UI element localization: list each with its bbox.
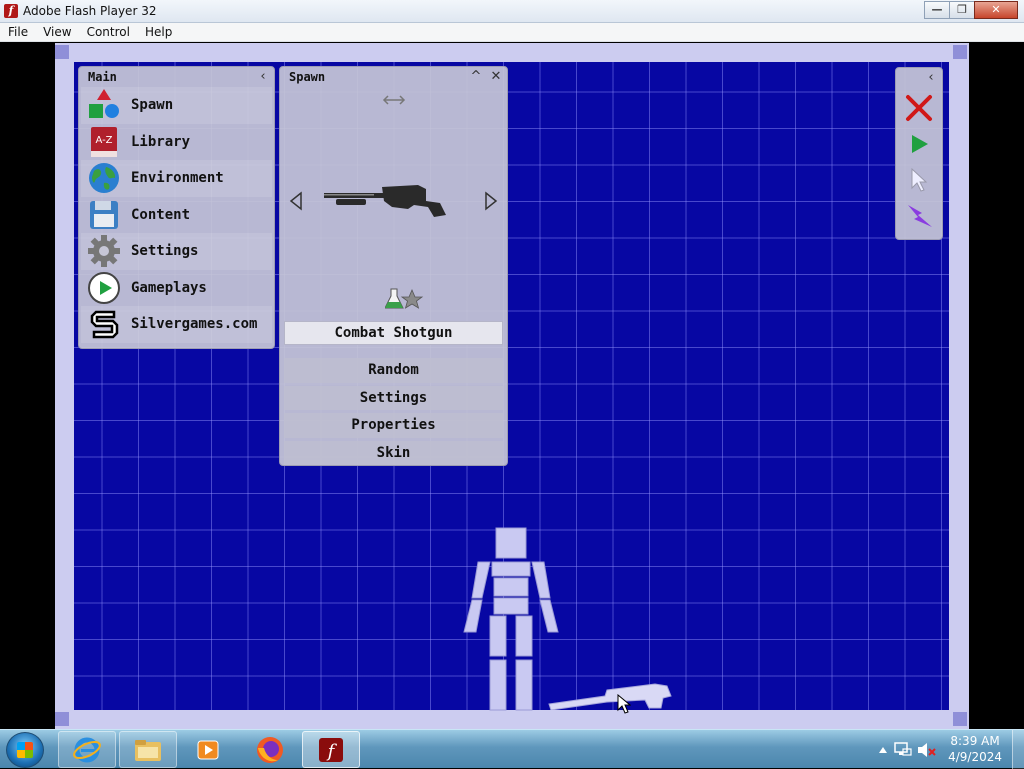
network-icon[interactable] <box>894 741 912 759</box>
frame-corner <box>55 712 69 726</box>
main-item-label: Spawn <box>131 97 174 114</box>
show-hidden-icons-icon[interactable] <box>878 746 888 754</box>
pointer-tool[interactable] <box>896 162 942 198</box>
taskbar-firefox[interactable] <box>242 731 298 768</box>
close-spawn-button[interactable]: ✕ <box>487 68 505 86</box>
collapse-spawn-button[interactable]: ^ <box>467 68 485 86</box>
volume-muted-icon[interactable] <box>916 741 936 759</box>
selected-item-name[interactable]: Combat Shotgun <box>284 321 503 345</box>
firefox-icon <box>257 736 283 763</box>
taskbar-flash-player[interactable]: f <box>302 731 360 768</box>
play-icon <box>912 135 928 153</box>
floppy-disk-icon <box>90 200 118 229</box>
previous-item-button[interactable] <box>288 191 304 211</box>
tools-panel: ‹ <box>895 67 943 240</box>
resize-arrows-icon[interactable] <box>382 95 406 105</box>
taskbar-internet-explorer[interactable] <box>58 731 116 768</box>
main-item-settings[interactable]: Settings <box>81 233 272 270</box>
start-button[interactable] <box>6 732 44 768</box>
main-item-label: Content <box>131 206 191 223</box>
spawn-panel-title: Spawn <box>289 70 326 84</box>
windows-logo-icon <box>17 742 33 758</box>
properties-button[interactable]: Properties <box>284 413 503 438</box>
lightning-icon <box>908 205 932 227</box>
shapes-icon <box>89 89 119 119</box>
frame-corner <box>953 45 967 59</box>
main-item-label: Gameplays <box>131 279 207 296</box>
taskbar: f 8:39 AM 4/9/2024 <box>0 729 1024 769</box>
skin-button[interactable]: Skin <box>284 440 503 465</box>
spawn-settings-button[interactable]: Settings <box>284 385 503 410</box>
window-titlebar[interactable]: f Adobe Flash Player 32 — ❐ ✕ <box>0 0 1024 23</box>
main-item-content[interactable]: Content <box>81 197 272 234</box>
close-button[interactable]: ✕ <box>974 1 1018 19</box>
next-item-button[interactable] <box>483 191 499 211</box>
frame-corner <box>55 45 69 59</box>
lightning-tool[interactable] <box>896 198 942 234</box>
main-item-label: Library <box>131 133 191 150</box>
menu-file[interactable]: File <box>0 23 35 41</box>
clock-time: 8:39 AM <box>950 734 1000 748</box>
file-explorer-icon <box>135 739 161 761</box>
flask-star-icon[interactable] <box>385 287 425 311</box>
flash-app-icon: f <box>4 4 18 18</box>
tools-panel-header: ‹ <box>896 68 942 90</box>
window-title: Adobe Flash Player 32 <box>23 4 157 18</box>
main-item-label: Silvergames.com <box>131 316 258 333</box>
spawn-panel-header: Spawn ^ ✕ <box>280 67 507 87</box>
play-tool[interactable] <box>896 126 942 162</box>
play-circle-icon <box>88 271 120 304</box>
menu-help[interactable]: Help <box>137 23 179 41</box>
delete-icon <box>906 95 932 121</box>
mouse-cursor <box>617 694 631 714</box>
main-item-silvergames[interactable]: Silvergames.com <box>81 306 272 343</box>
svg-text:A-Z: A-Z <box>95 135 112 146</box>
main-item-label: Environment <box>131 170 224 187</box>
frame-corner <box>953 712 967 726</box>
collapse-main-button[interactable]: ‹ <box>254 68 272 86</box>
main-panel-title: Main <box>88 70 117 84</box>
spawn-panel: Spawn ^ ✕ Combat Shotgun Random Settings… <box>279 66 508 466</box>
delete-tool[interactable] <box>896 90 942 126</box>
shotgun-preview-icon <box>324 185 446 217</box>
main-item-gameplays[interactable]: Gameplays <box>81 270 272 307</box>
flash-player-icon: f <box>319 737 343 762</box>
main-panel: Main ‹ Spawn A-Z Library Environment Con… <box>78 66 275 349</box>
menu-view[interactable]: View <box>35 23 78 41</box>
system-tray: 8:39 AM 4/9/2024 <box>874 730 1024 769</box>
window-controls: — ❐ ✕ <box>924 1 1018 19</box>
silvergames-logo-icon <box>90 311 119 339</box>
gear-icon <box>88 235 120 268</box>
internet-explorer-icon <box>73 737 101 762</box>
menu-control[interactable]: Control <box>79 23 137 41</box>
taskbar-media-player[interactable] <box>180 731 236 768</box>
restore-button[interactable]: ❐ <box>949 1 975 19</box>
main-panel-header: Main ‹ <box>79 67 274 87</box>
collapse-tools-button[interactable]: ‹ <box>922 69 940 87</box>
ground-shotgun[interactable] <box>545 680 675 710</box>
item-preview <box>280 87 507 311</box>
main-item-label: Settings <box>131 243 199 260</box>
menu-bar: File View Control Help <box>0 23 1024 42</box>
main-item-environment[interactable]: Environment <box>81 160 272 197</box>
taskbar-file-explorer[interactable] <box>119 731 177 768</box>
main-item-spawn[interactable]: Spawn <box>81 87 272 124</box>
az-book-icon: A-Z <box>91 126 117 157</box>
random-button[interactable]: Random <box>284 358 503 383</box>
show-desktop-button[interactable] <box>1012 730 1024 769</box>
media-player-icon <box>197 740 219 759</box>
globe-icon <box>89 163 119 194</box>
minimize-button[interactable]: — <box>924 1 950 19</box>
clock-date: 4/9/2024 <box>948 750 1002 764</box>
pointer-icon <box>911 167 928 192</box>
taskbar-clock[interactable]: 8:39 AM 4/9/2024 <box>948 733 1002 765</box>
main-item-library[interactable]: A-Z Library <box>81 124 272 161</box>
